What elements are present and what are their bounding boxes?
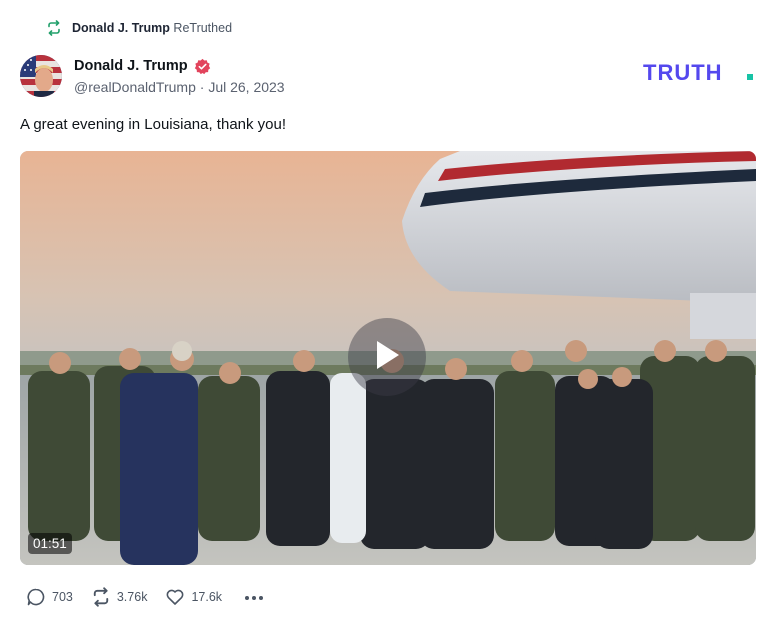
meta-separator: · <box>199 78 205 95</box>
retruth-label: ReTruthed <box>173 21 233 35</box>
svg-text:TRUTH: TRUTH <box>643 60 723 84</box>
like-button[interactable]: 17.6k <box>165 587 222 607</box>
reply-count: 703 <box>52 590 73 604</box>
author-name[interactable]: Donald J. Trump <box>74 58 188 74</box>
retruth-icon <box>46 20 62 36</box>
heart-icon <box>165 587 185 607</box>
like-count: 17.6k <box>191 590 223 604</box>
reply-button[interactable]: 703 <box>26 587 73 607</box>
post-date[interactable]: Jul 26, 2023 <box>208 79 284 95</box>
retruth-author-name[interactable]: Donald J. Trump <box>72 21 170 35</box>
play-icon <box>372 338 402 377</box>
author-handle[interactable]: @realDonaldTrump <box>74 79 196 95</box>
truth-logo[interactable]: TRUTH <box>643 60 757 84</box>
retruth-button[interactable]: 3.76k <box>91 587 148 607</box>
post-actions: 703 3.76k 17.6k <box>26 585 264 609</box>
retruth-count: 3.76k <box>116 590 148 604</box>
play-button[interactable] <box>348 318 426 396</box>
retruth-action-icon <box>91 587 111 607</box>
retruth-bar: Donald J. Trump ReTruthed <box>46 18 232 38</box>
handle-row: @realDonaldTrump · Jul 26, 2023 <box>74 79 285 95</box>
post-header: Donald J. Trump @realDonaldTrump · Jul 2… <box>20 54 757 98</box>
video-duration: 01:51 <box>28 533 72 554</box>
post-text: A great evening in Louisiana, thank you! <box>20 116 287 133</box>
more-button[interactable] <box>244 590 264 604</box>
verified-badge-icon <box>194 58 211 75</box>
video-player[interactable]: 01:51 <box>20 151 756 565</box>
reply-icon <box>26 587 46 607</box>
more-icon <box>244 590 264 604</box>
avatar[interactable] <box>20 55 62 97</box>
